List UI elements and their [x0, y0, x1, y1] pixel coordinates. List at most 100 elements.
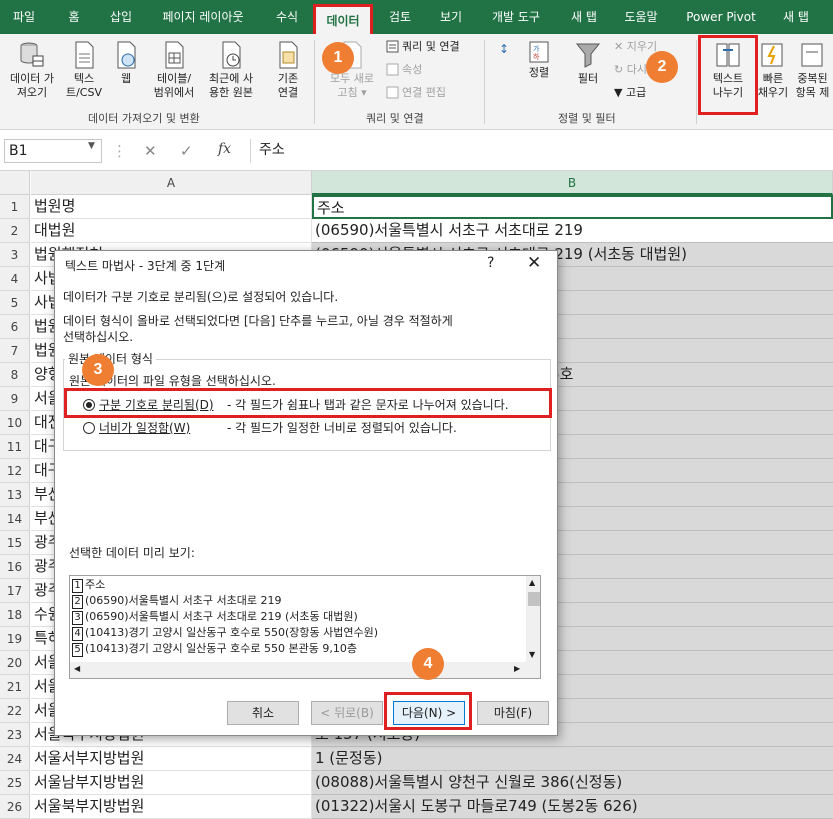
flash-fill-button[interactable]: 빠른 채우기	[756, 40, 790, 100]
row-header[interactable]: 15	[0, 531, 30, 555]
tab-data[interactable]: 데이터	[313, 4, 373, 34]
cell-b[interactable]: (06590)서울특별시 서초구 서초대로 219	[312, 219, 833, 243]
existing-connections-button[interactable]: 기존 연결	[268, 40, 308, 100]
finish-button[interactable]: 마침(F)	[477, 701, 549, 725]
cell-a[interactable]: 법원명	[31, 195, 312, 219]
row-header[interactable]: 25	[0, 771, 30, 795]
row-header[interactable]: 10	[0, 411, 30, 435]
row-header[interactable]: 18	[0, 603, 30, 627]
get-data-button[interactable]: 데이터 가 져오기	[4, 40, 60, 100]
row-header[interactable]: 2	[0, 219, 30, 243]
advanced-filter-button[interactable]: ▼ 고급	[614, 86, 646, 100]
row-header[interactable]: 6	[0, 315, 30, 339]
row-header[interactable]: 5	[0, 291, 30, 315]
row-header[interactable]: 21	[0, 675, 30, 699]
web-page-icon	[117, 41, 136, 69]
scroll-left-icon[interactable]: ◀	[74, 664, 80, 673]
highlight-delimited-option	[64, 388, 552, 418]
row-header[interactable]: 4	[0, 267, 30, 291]
queries-connections-button[interactable]: 쿼리 및 연결	[386, 40, 460, 54]
properties-button[interactable]: 속성	[386, 63, 422, 77]
cancel-icon[interactable]: ✕	[144, 142, 157, 160]
tab-view[interactable]: 보기	[428, 0, 474, 34]
row-header[interactable]: 7	[0, 339, 30, 363]
row-header[interactable]: 12	[0, 459, 30, 483]
formula-input[interactable]: 주소	[250, 139, 830, 163]
recent-sources-button[interactable]: 최근에 사 용한 원본	[202, 40, 260, 100]
tab-review[interactable]: 검토	[374, 0, 426, 34]
cell-a[interactable]: 대법원	[31, 219, 312, 243]
row-header[interactable]: 3	[0, 243, 30, 267]
preview-label: 선택한 데이터 미리 보기:	[69, 546, 195, 560]
tab-new-2[interactable]: 새 탭	[768, 0, 824, 34]
cell-a[interactable]: 서울서부지방법원	[31, 747, 312, 771]
tab-home[interactable]: 홈	[48, 0, 100, 34]
scroll-up-icon[interactable]: ▲	[529, 578, 535, 587]
cancel-button[interactable]: 취소	[227, 701, 299, 725]
row-header[interactable]: 16	[0, 555, 30, 579]
check-icon[interactable]: ✓	[180, 142, 193, 160]
cell-a[interactable]: 서울북부지방법원	[31, 795, 312, 819]
row-header[interactable]: 23	[0, 723, 30, 747]
help-icon[interactable]: ?	[487, 255, 494, 271]
row-header[interactable]: 26	[0, 795, 30, 819]
recent-sources-label-2: 용한 원본	[209, 86, 253, 99]
select-all-corner[interactable]	[0, 171, 30, 195]
row-header[interactable]: 24	[0, 747, 30, 771]
sort-button[interactable]: 가하 정렬	[522, 40, 556, 80]
reapply-button[interactable]: ↻ 다시	[614, 63, 647, 77]
cell-b[interactable]: (01322)서울시 도봉구 마들로749 (도봉2동 626)	[312, 795, 833, 819]
row-header[interactable]: 22	[0, 699, 30, 723]
row-header[interactable]: 19	[0, 627, 30, 651]
close-icon[interactable]: ✕	[527, 253, 541, 273]
step-badge-2: 2	[646, 51, 678, 83]
insert-function-icon[interactable]: fx	[218, 141, 231, 157]
tab-insert[interactable]: 삽입	[100, 0, 142, 34]
data-preview[interactable]: 1 주소 2 (06590)서울특별시 서초구 서초대로 219 3 (06590)서울특…	[69, 575, 541, 679]
row-header[interactable]: 9	[0, 387, 30, 411]
tab-developer[interactable]: 개발 도구	[478, 0, 554, 34]
from-table-label-2: 범위에서	[153, 86, 195, 99]
queries-connections-label: 쿼리 및 연결	[402, 40, 460, 53]
tab-file[interactable]: 파일	[0, 0, 48, 34]
cell-b[interactable]: (08088)서울특별시 양천구 신월로 386(신정동)	[312, 771, 833, 795]
tab-power-pivot[interactable]: Power Pivot	[674, 0, 768, 34]
tab-help[interactable]: 도움말	[612, 0, 670, 34]
cell-a[interactable]: 서울남부지방법원	[31, 771, 312, 795]
text-csv-button[interactable]: 텍스 트/CSV	[62, 40, 106, 100]
horizontal-scrollbar[interactable]: ◀ ▶	[70, 662, 540, 678]
row-header[interactable]: 1	[0, 195, 30, 219]
active-cell[interactable]: 주소	[312, 195, 833, 219]
scroll-right-icon[interactable]: ▶	[514, 664, 520, 673]
row-header[interactable]: 14	[0, 507, 30, 531]
chevron-down-icon[interactable]: ▼	[88, 141, 95, 151]
column-header-b[interactable]: B	[312, 171, 833, 195]
scroll-down-icon[interactable]: ▼	[529, 650, 535, 659]
clear-filter-button[interactable]: ✕ 지우기	[614, 40, 657, 54]
tab-new-1[interactable]: 새 탭	[556, 0, 612, 34]
tab-formulas[interactable]: 수식	[262, 0, 312, 34]
scrollbar-thumb[interactable]	[528, 592, 540, 606]
row-header[interactable]: 11	[0, 435, 30, 459]
radio-fixed-width[interactable]	[83, 422, 95, 434]
sort-asc-button[interactable]: ↕	[494, 42, 514, 57]
remove-duplicates-button[interactable]: 중복된 항목 제	[792, 40, 833, 100]
web-button[interactable]: 웹	[110, 40, 142, 86]
back-button[interactable]: < 뒤로(B)	[311, 701, 383, 725]
edit-links-button[interactable]: 연결 편집	[386, 86, 446, 100]
row-header[interactable]: 13	[0, 483, 30, 507]
row-header[interactable]: 8	[0, 363, 30, 387]
column-header-a[interactable]: A	[31, 171, 312, 195]
vertical-scrollbar[interactable]: ▲ ▼	[526, 576, 540, 662]
preview-line: 3 (06590)서울특별시 서초구 서초대로 219 (서초동 대법원)	[72, 610, 358, 625]
dialog-title: 텍스트 마법사 - 3단계 중 1단계	[65, 259, 226, 273]
row-header[interactable]: 17	[0, 579, 30, 603]
cell-b[interactable]: 1 (문정동)	[312, 747, 833, 771]
from-table-button[interactable]: 테이블/ 범위에서	[148, 40, 200, 100]
filter-button[interactable]: 필터	[572, 40, 604, 86]
row-header[interactable]: 20	[0, 651, 30, 675]
option-fixed-width[interactable]: 너비가 일정함(W) - 각 필드가 일정한 너비로 정렬되어 있습니다.	[83, 419, 457, 436]
preview-line-number: 5	[72, 643, 83, 657]
tab-page-layout[interactable]: 페이지 레이아웃	[146, 0, 260, 34]
dialog-info-line-1: 데이터가 구분 기호로 분리됨(으)로 설정되어 있습니다.	[63, 290, 339, 304]
